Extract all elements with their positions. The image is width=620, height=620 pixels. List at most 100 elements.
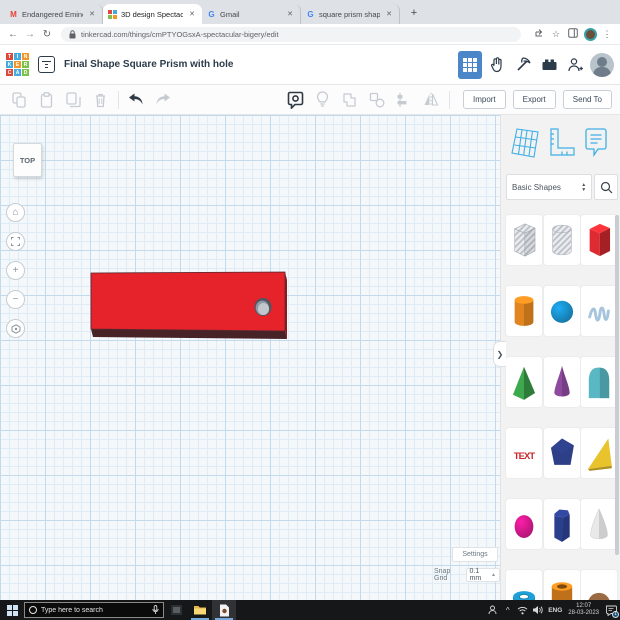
back-button[interactable]: ←: [6, 29, 20, 40]
reload-button[interactable]: ↻: [40, 29, 54, 40]
share-icon[interactable]: [532, 28, 546, 40]
notes-tool[interactable]: [580, 124, 612, 162]
browser-tab[interactable]: 3D design Spectacular Bigery | Ti ✕: [103, 4, 202, 24]
shape-item-box-hole[interactable]: [506, 215, 542, 265]
people-icon[interactable]: [485, 600, 500, 620]
taskbar-clock[interactable]: 12:07 28-03-2023: [565, 603, 602, 617]
browser-toolbar: ← → ↻ tinkercad.com/things/cmPTYOGsxA-sp…: [0, 24, 620, 45]
view-cube[interactable]: TOP: [13, 143, 42, 177]
microphone-icon[interactable]: [152, 605, 159, 615]
settings-button[interactable]: Settings: [452, 547, 498, 562]
shape-item-cylinder-hole[interactable]: [543, 215, 580, 265]
tab-close-icon[interactable]: ✕: [285, 10, 295, 18]
ungroup-icon[interactable]: [366, 89, 388, 111]
svg-text:TEXT: TEXT: [514, 451, 536, 461]
design-title[interactable]: Final Shape Square Prism with hole: [64, 59, 458, 70]
taskbar-search-box[interactable]: Type here to search: [24, 602, 164, 618]
tinkercad-header: TIN KER CAD Final Shape Square Prism with …: [0, 45, 620, 85]
browser-tab[interactable]: G Gmail ✕: [202, 4, 301, 24]
mirror-flip-icon[interactable]: [420, 89, 442, 111]
panel-collapse-handle[interactable]: ❯: [493, 341, 506, 367]
shape-item-box[interactable]: [581, 215, 617, 265]
tinkercad-logo[interactable]: TIN KER CAD: [6, 53, 29, 76]
document-app-icon[interactable]: [212, 600, 236, 620]
wifi-icon[interactable]: [515, 600, 530, 620]
browser-tab[interactable]: M Endangered Eminence! - heman ✕: [4, 4, 103, 24]
user-avatar[interactable]: [590, 52, 614, 77]
bookmark-star-icon[interactable]: ☆: [549, 29, 563, 40]
side-panel-icon[interactable]: [566, 28, 580, 40]
shape-item-cone[interactable]: [543, 357, 580, 407]
tab-close-icon[interactable]: ✕: [187, 10, 197, 18]
red-prism-with-hole[interactable]: [86, 266, 296, 346]
pickaxe-icon[interactable]: [512, 52, 534, 78]
shape-category-select[interactable]: Basic Shapes ▲ ▼: [506, 174, 593, 200]
ruler-tool[interactable]: [545, 124, 577, 162]
url-text: tinkercad.com/things/cmPTYOGsxA-spectacu…: [81, 29, 279, 39]
shape-search-button[interactable]: [594, 174, 618, 200]
brick-icon[interactable]: [538, 52, 560, 78]
shape-item-sphere[interactable]: [543, 286, 580, 336]
tab-close-icon[interactable]: ✕: [384, 10, 394, 18]
zoom-in-button[interactable]: +: [6, 261, 25, 280]
delete-icon[interactable]: [89, 89, 111, 111]
shape-item-egg[interactable]: [506, 499, 542, 549]
shape-item-text[interactable]: TEXT: [506, 428, 542, 478]
shape-item-pyramid[interactable]: [506, 357, 542, 407]
browser-tab[interactable]: Gsquare prism shape - Google Se ✕: [301, 4, 400, 24]
browser-profile-avatar[interactable]: [584, 27, 597, 41]
export-button[interactable]: Export: [512, 90, 556, 109]
redo-icon[interactable]: [152, 89, 174, 111]
browser-menu-icon[interactable]: ⋮: [600, 29, 614, 40]
logo-tile: R: [22, 61, 29, 68]
tab-close-icon[interactable]: ✕: [87, 10, 97, 18]
logo-tile: D: [22, 69, 29, 76]
gestures-hand-icon[interactable]: [486, 52, 508, 78]
copy-icon[interactable]: [8, 89, 30, 111]
undo-icon[interactable]: [125, 89, 147, 111]
design-canvas[interactable]: TOP ⌂ + − Settings Snap Grid 0.1 mm ▲: [0, 115, 500, 600]
shape-item-scribble[interactable]: [581, 286, 617, 336]
import-button[interactable]: Import: [462, 90, 506, 109]
address-bar[interactable]: tinkercad.com/things/cmPTYOGsxA-spectacu…: [61, 26, 521, 42]
group-icon[interactable]: [339, 89, 361, 111]
workplane-tool[interactable]: [509, 124, 541, 162]
task-view-icon[interactable]: [164, 600, 188, 620]
windows-taskbar: Type here to search ^ ENG 12:07 28-03-20…: [0, 600, 620, 620]
home-view-button[interactable]: ⌂: [6, 203, 25, 222]
collaborate-person-icon[interactable]: [564, 52, 586, 78]
align-icon[interactable]: [393, 89, 415, 111]
forward-button[interactable]: →: [23, 29, 37, 40]
perspective-toggle-button[interactable]: [6, 319, 25, 338]
google-favicon-icon: G: [208, 9, 215, 19]
action-center-icon[interactable]: 1: [602, 600, 620, 620]
view-3d-button[interactable]: [458, 50, 482, 79]
shape-item-polygon[interactable]: [543, 428, 580, 478]
new-tab-button[interactable]: +: [406, 6, 422, 22]
language-indicator[interactable]: ENG: [545, 607, 565, 614]
logo-tile: C: [6, 69, 13, 76]
snap-grid-select[interactable]: 0.1 mm ▲: [465, 568, 500, 582]
paste-icon[interactable]: [35, 89, 57, 111]
design-menu-icon[interactable]: [38, 56, 55, 73]
file-explorer-icon[interactable]: [188, 600, 212, 620]
shape-item-wedge[interactable]: [581, 428, 617, 478]
notes-pin-icon[interactable]: [285, 89, 307, 111]
panel-scrollbar[interactable]: [615, 215, 619, 555]
hidden-icons-caret[interactable]: ^: [500, 600, 515, 620]
shape-item-round-roof[interactable]: [581, 357, 617, 407]
show-all-lightbulb-icon[interactable]: [312, 89, 334, 111]
grid-icon: [463, 57, 477, 72]
start-button[interactable]: [0, 600, 24, 620]
fit-view-button[interactable]: [6, 232, 25, 251]
shape-item-torus[interactable]: [506, 570, 542, 600]
shape-item-half-sphere[interactable]: [581, 570, 617, 600]
shape-item-cylinder[interactable]: [506, 286, 542, 336]
shape-item-tube[interactable]: [543, 570, 580, 600]
zoom-out-button[interactable]: −: [6, 290, 25, 309]
send-to-button[interactable]: Send To: [562, 90, 612, 109]
volume-icon[interactable]: [530, 600, 545, 620]
shape-item-hex-prism[interactable]: [543, 499, 580, 549]
duplicate-icon[interactable]: [62, 89, 84, 111]
shape-item-paraboloid[interactable]: [581, 499, 617, 549]
